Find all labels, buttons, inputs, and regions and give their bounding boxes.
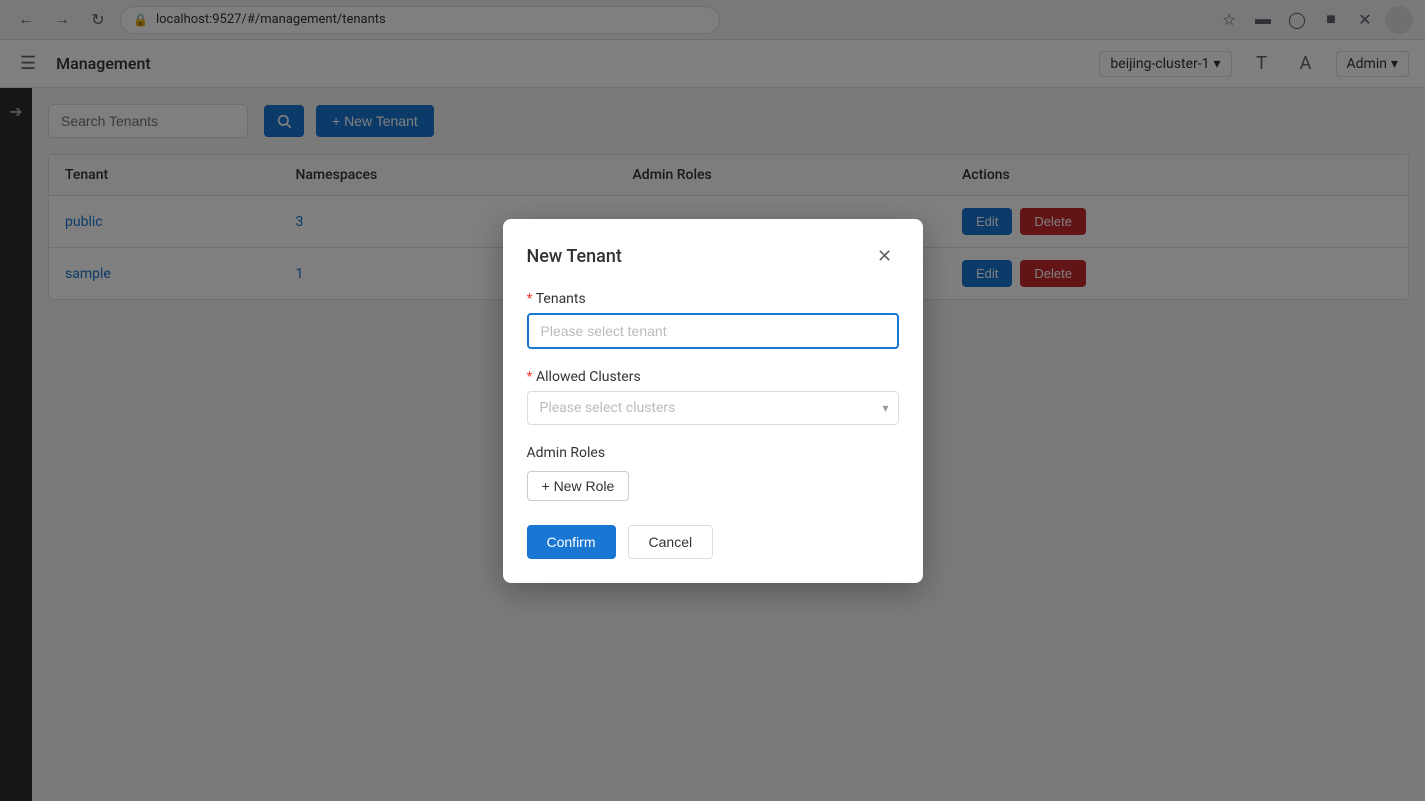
modal-close-button[interactable]: ✕ (871, 243, 899, 271)
clusters-select[interactable]: Please select clusters (527, 391, 899, 425)
modal-footer: Confirm Cancel (527, 525, 899, 559)
clusters-placeholder: Please select clusters (540, 400, 676, 416)
clusters-label: * Allowed Clusters (527, 369, 899, 385)
modal-overlay[interactable]: New Tenant ✕ * Tenants * Allowed Cluster… (0, 0, 1425, 801)
clusters-form-group: * Allowed Clusters Please select cluster… (527, 369, 899, 425)
tenants-label: * Tenants (527, 291, 899, 307)
new-tenant-modal: New Tenant ✕ * Tenants * Allowed Cluster… (503, 219, 923, 583)
admin-roles-label: Admin Roles (527, 445, 899, 461)
tenants-input[interactable] (527, 313, 899, 349)
cancel-button[interactable]: Cancel (628, 525, 714, 559)
clusters-select-wrapper: Please select clusters ▾ (527, 391, 899, 425)
clusters-required-star: * (527, 369, 537, 385)
modal-title: New Tenant (527, 246, 622, 267)
admin-roles-form-group: Admin Roles + New Role (527, 445, 899, 501)
tenants-form-group: * Tenants (527, 291, 899, 349)
clusters-chevron-icon: ▾ (882, 401, 888, 415)
new-role-button[interactable]: + New Role (527, 471, 630, 501)
confirm-button[interactable]: Confirm (527, 525, 616, 559)
modal-header: New Tenant ✕ (527, 243, 899, 271)
tenants-required-star: * (527, 291, 536, 307)
